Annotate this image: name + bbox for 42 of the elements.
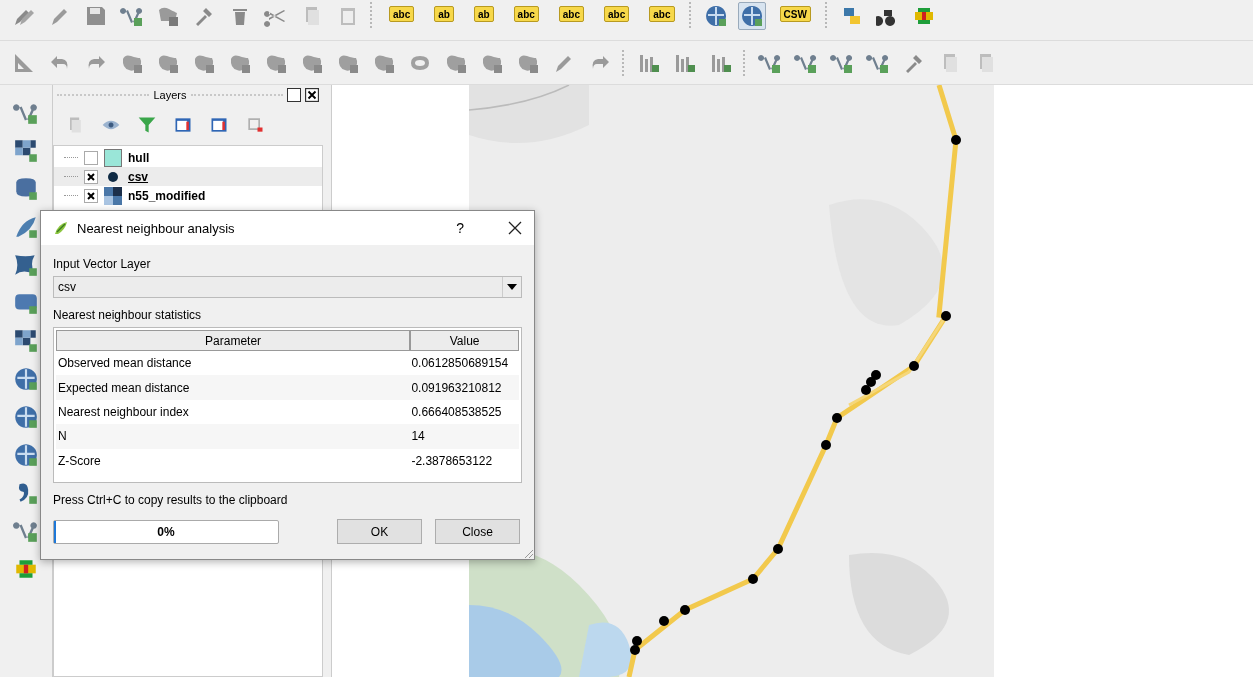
table-cell-text: Expected mean distance xyxy=(57,380,191,395)
label-tool-button[interactable]: abc xyxy=(649,6,675,22)
label-tool-button[interactable]: CSW xyxy=(779,6,811,22)
close-icon[interactable] xyxy=(508,221,522,235)
caret-icon xyxy=(507,284,517,290)
column-header[interactable]: Parameter xyxy=(56,330,411,351)
column-header[interactable]: Value xyxy=(410,330,519,351)
layer-item[interactable]: csv xyxy=(54,167,322,186)
label-tool-button[interactable]: ab xyxy=(434,6,454,22)
dialog-title: Nearest neighbour analysis xyxy=(77,220,236,236)
table-cell-text: 0.091963210812 xyxy=(410,380,503,395)
table-cell-text: -2.3878653122 xyxy=(410,453,494,468)
app-icon xyxy=(53,220,69,236)
panel-title: Layers xyxy=(153,89,187,101)
dialog-button[interactable]: Close xyxy=(435,519,520,544)
layer-dropdown[interactable]: csv xyxy=(53,276,522,298)
dialog-button[interactable]: OK xyxy=(337,519,422,544)
checkbox[interactable] xyxy=(84,150,98,165)
table-cell-text: Z-Score xyxy=(57,453,102,468)
table-cell-text: Observed mean distance xyxy=(57,356,193,371)
globe-icon[interactable] xyxy=(737,2,766,30)
table-cell-text: Nearest neighbour index xyxy=(57,404,190,419)
label-tool-button[interactable]: abc xyxy=(604,6,630,22)
table-cell-text: 0.0612850689154 xyxy=(410,356,510,371)
hint-text: Press Ctrl+C to copy results to the clipboard xyxy=(53,493,289,507)
table-cell-text: 14 xyxy=(410,429,426,444)
field-label: Input Vector Layer xyxy=(53,257,152,271)
layer-item[interactable]: n55_modified xyxy=(54,186,322,205)
table-cell-text: N xyxy=(57,429,68,444)
label-tool-button[interactable]: abc xyxy=(389,6,415,22)
help-button[interactable]: ? xyxy=(456,220,464,236)
close-icon[interactable] xyxy=(305,88,319,102)
progress-bar: 0% xyxy=(53,519,279,544)
layer-item[interactable]: hull xyxy=(54,148,322,167)
label-tool-button[interactable]: abc xyxy=(513,6,539,22)
table-cell-text: 0.666408538525 xyxy=(410,404,503,419)
checkbox[interactable] xyxy=(84,169,98,184)
label-tool-button[interactable]: ab xyxy=(473,6,494,22)
resize-grip-icon[interactable] xyxy=(522,547,534,559)
label-tool-button[interactable]: abc xyxy=(558,6,585,22)
checkbox[interactable] xyxy=(84,188,98,203)
section-label: Nearest neighbour statistics xyxy=(53,308,203,322)
